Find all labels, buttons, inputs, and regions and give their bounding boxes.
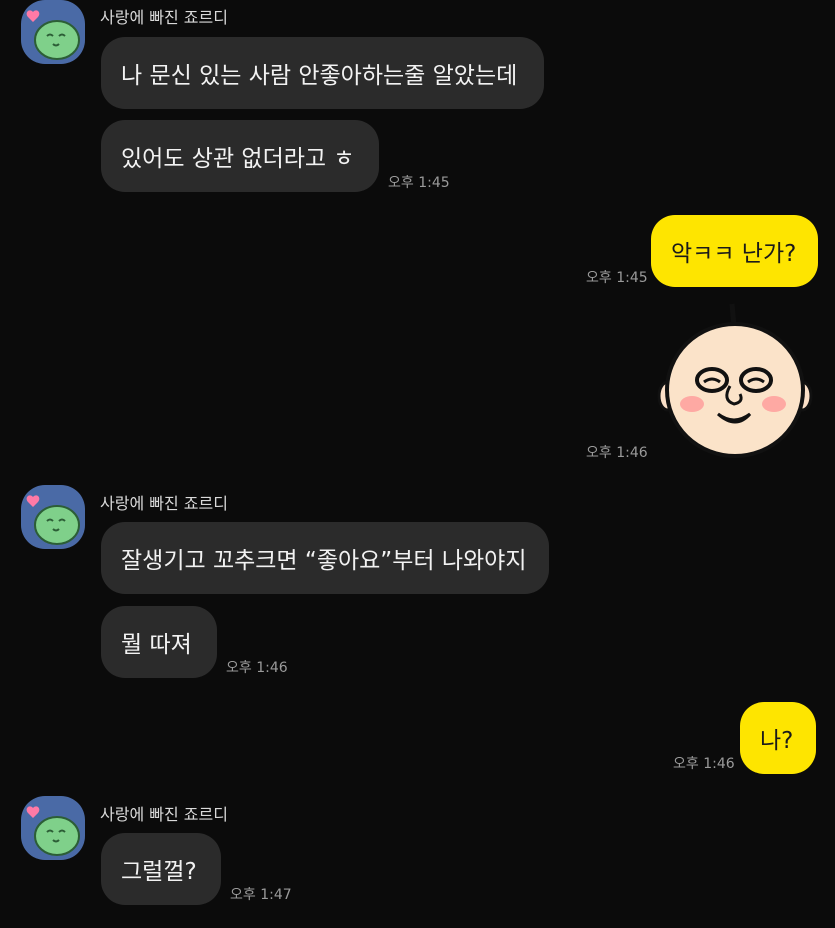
message-time: 오후 1:46 bbox=[586, 445, 648, 461]
message-text: 악ㅋㅋ 난가? bbox=[671, 241, 797, 267]
message-text: 그럴껄? bbox=[121, 859, 197, 885]
message-bubble[interactable]: 나 문신 있는 사람 안좋아하는줄 알았는데 bbox=[101, 37, 544, 109]
message-text: 나? bbox=[760, 728, 794, 754]
message-text: 뭘 따져 bbox=[121, 632, 192, 658]
jordy-avatar-icon bbox=[26, 806, 80, 856]
message-bubble[interactable]: 악ㅋㅋ 난가? bbox=[651, 215, 818, 287]
sender-name: 사랑에 빠진 죠르디 bbox=[100, 494, 228, 513]
heart-icon bbox=[26, 10, 40, 22]
message-time: 오후 1:45 bbox=[388, 175, 450, 191]
message-bubble[interactable]: 잘생기고 꼬추크면 “좋아요”부터 나와야지 bbox=[101, 522, 549, 594]
message-time: 오후 1:46 bbox=[226, 660, 288, 676]
message-time: 오후 1:45 bbox=[586, 270, 648, 286]
message-bubble[interactable]: 그럴껄? bbox=[101, 833, 221, 905]
message-bubble[interactable]: 나? bbox=[740, 702, 816, 774]
jordy-avatar-icon bbox=[26, 495, 80, 545]
message-text: 잘생기고 꼬추크면 “좋아요”부터 나와야지 bbox=[121, 548, 527, 574]
jordy-avatar-icon bbox=[26, 10, 80, 60]
jordy-avatar[interactable] bbox=[21, 0, 85, 64]
message-bubble[interactable]: 뭘 따져 bbox=[101, 606, 217, 678]
jordy-avatar[interactable] bbox=[21, 796, 85, 860]
message-text: 있어도 상관 없더라고 ㅎ bbox=[121, 146, 355, 172]
heart-icon bbox=[26, 806, 40, 818]
sender-name: 사랑에 빠진 죠르디 bbox=[100, 8, 228, 27]
heart-icon bbox=[26, 495, 40, 507]
bald-face-sticker[interactable] bbox=[652, 300, 818, 460]
message-bubble[interactable]: 있어도 상관 없더라고 ㅎ bbox=[101, 120, 379, 192]
bald-face-sticker-icon bbox=[657, 303, 813, 458]
message-text: 나 문신 있는 사람 안좋아하는줄 알았는데 bbox=[121, 63, 518, 89]
jordy-avatar[interactable] bbox=[21, 485, 85, 549]
message-time: 오후 1:47 bbox=[230, 887, 292, 903]
sender-name: 사랑에 빠진 죠르디 bbox=[100, 805, 228, 824]
message-time: 오후 1:46 bbox=[673, 756, 735, 772]
